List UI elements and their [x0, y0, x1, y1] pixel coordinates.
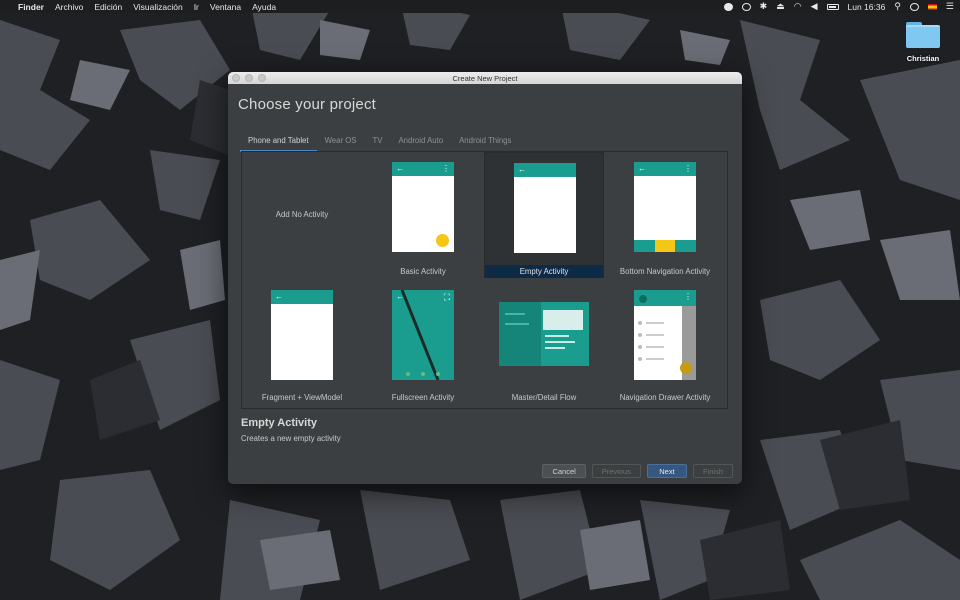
battery-icon[interactable]: [826, 3, 839, 10]
template-label: Empty Activity: [485, 265, 603, 278]
notification-center-icon[interactable]: ☰: [946, 2, 954, 11]
fab-icon: [436, 234, 449, 247]
template-label: Navigation Drawer Activity: [619, 393, 711, 402]
previous-button[interactable]: Previous: [591, 464, 641, 478]
zoom-window-button[interactable]: [258, 74, 266, 82]
close-window-button[interactable]: [232, 74, 240, 82]
template-label: Fragment + ViewModel: [261, 393, 343, 402]
template-empty-activity[interactable]: ← Empty Activity: [484, 152, 604, 278]
template-label: Bottom Navigation Activity: [619, 267, 711, 276]
back-arrow-icon: ←: [518, 165, 526, 174]
master-detail-preview: [499, 302, 589, 366]
wifi-icon[interactable]: ◠: [794, 2, 802, 11]
menu-finder[interactable]: Finder: [18, 2, 44, 12]
minimize-window-button[interactable]: [245, 74, 253, 82]
back-arrow-icon: ←: [396, 164, 404, 173]
overflow-menu-icon: ⋮: [442, 164, 450, 173]
window-title: Create New Project: [452, 73, 518, 83]
desktop-folder[interactable]: Christian: [901, 22, 945, 63]
tab-phone-and-tablet[interactable]: Phone and Tablet: [240, 132, 317, 152]
fullscreen-activity-preview: ← ⛶: [392, 290, 454, 380]
bottom-navigation-preview: ← ⋮: [634, 162, 696, 252]
template-basic-activity[interactable]: ← ⋮ Basic Activity: [363, 152, 483, 278]
template-fragment-viewmodel[interactable]: ← Fragment + ViewModel: [242, 280, 362, 406]
folder-icon: [906, 22, 940, 48]
tab-android-things[interactable]: Android Things: [451, 132, 519, 152]
creative-cloud-icon[interactable]: [741, 2, 751, 11]
template-navigation-drawer-activity[interactable]: ⋮ Navigation Drawer Activity: [605, 280, 725, 406]
input-source-flag-icon[interactable]: [927, 3, 937, 10]
back-arrow-icon: ←: [275, 292, 283, 301]
tab-tv[interactable]: TV: [364, 132, 390, 152]
template-add-no-activity[interactable]: Add No Activity: [242, 152, 362, 278]
description-title: Empty Activity: [241, 417, 318, 429]
overflow-menu-icon: ⋮: [684, 164, 692, 173]
status-app-icon[interactable]: [723, 2, 733, 11]
template-description: Empty Activity Creates a new empty activ…: [241, 417, 341, 443]
back-arrow-icon: ←: [396, 292, 404, 301]
eject-icon[interactable]: ⏏: [776, 2, 785, 11]
template-label: Master/Detail Flow: [511, 393, 577, 402]
next-button[interactable]: Next: [646, 464, 687, 478]
menu-ir[interactable]: Ir: [194, 2, 199, 12]
navigation-drawer-preview: ⋮: [634, 290, 696, 380]
cancel-button[interactable]: Cancel: [542, 464, 586, 478]
menubar-status-area: ✱ ⏏ ◠ ◀ Lun 16:36 ⚲ ☰: [723, 2, 954, 12]
template-fullscreen-activity[interactable]: ← ⛶ Fullscreen Activity: [363, 280, 483, 406]
siri-icon[interactable]: [909, 2, 919, 11]
dialog-buttons: Cancel Previous Next Finish: [542, 464, 733, 478]
template-label: Basic Activity: [400, 267, 446, 276]
volume-icon[interactable]: ◀: [811, 2, 818, 11]
page-title: Choose your project: [238, 96, 377, 113]
empty-activity-preview: ←: [514, 163, 576, 253]
bluetooth-icon[interactable]: ✱: [760, 2, 768, 11]
platform-tabs: Phone and Tablet Wear OS TV Android Auto…: [240, 132, 519, 152]
fullscreen-icon: ⛶: [443, 292, 450, 302]
template-gallery: Add No Activity ← ⋮ Basic Activity ← Empt…: [241, 151, 728, 409]
folder-label: Christian: [906, 54, 940, 63]
tab-wear-os[interactable]: Wear OS: [317, 132, 365, 152]
dialog-header: Choose your project: [228, 84, 742, 139]
menu-ventana[interactable]: Ventana: [210, 2, 241, 12]
menu-edicion[interactable]: Edición: [94, 2, 122, 12]
window-controls: [232, 74, 266, 82]
basic-activity-preview: ← ⋮: [392, 162, 454, 252]
description-text: Creates a new empty activity: [241, 434, 341, 443]
back-arrow-icon: ←: [638, 164, 646, 173]
spotlight-search-icon[interactable]: ⚲: [894, 2, 901, 11]
window-titlebar[interactable]: Create New Project: [228, 72, 742, 84]
template-master-detail-flow[interactable]: Master/Detail Flow: [484, 280, 604, 406]
menu-ayuda[interactable]: Ayuda: [252, 2, 276, 12]
fragment-viewmodel-preview: ←: [271, 290, 333, 380]
create-new-project-window: Create New Project Choose your project P…: [228, 72, 742, 484]
template-bottom-navigation-activity[interactable]: ← ⋮ Bottom Navigation Activity: [605, 152, 725, 278]
menu-visualizacion[interactable]: Visualización: [133, 2, 182, 12]
menu-archivo[interactable]: Archivo: [55, 2, 83, 12]
template-label: Add No Activity: [275, 210, 329, 219]
menubar-clock[interactable]: Lun 16:36: [848, 2, 886, 12]
tab-android-auto[interactable]: Android Auto: [390, 132, 451, 152]
template-label: Fullscreen Activity: [391, 393, 455, 402]
menu-bar: Finder Archivo Edición Visualización Ir …: [0, 0, 960, 13]
finish-button[interactable]: Finish: [692, 464, 733, 478]
